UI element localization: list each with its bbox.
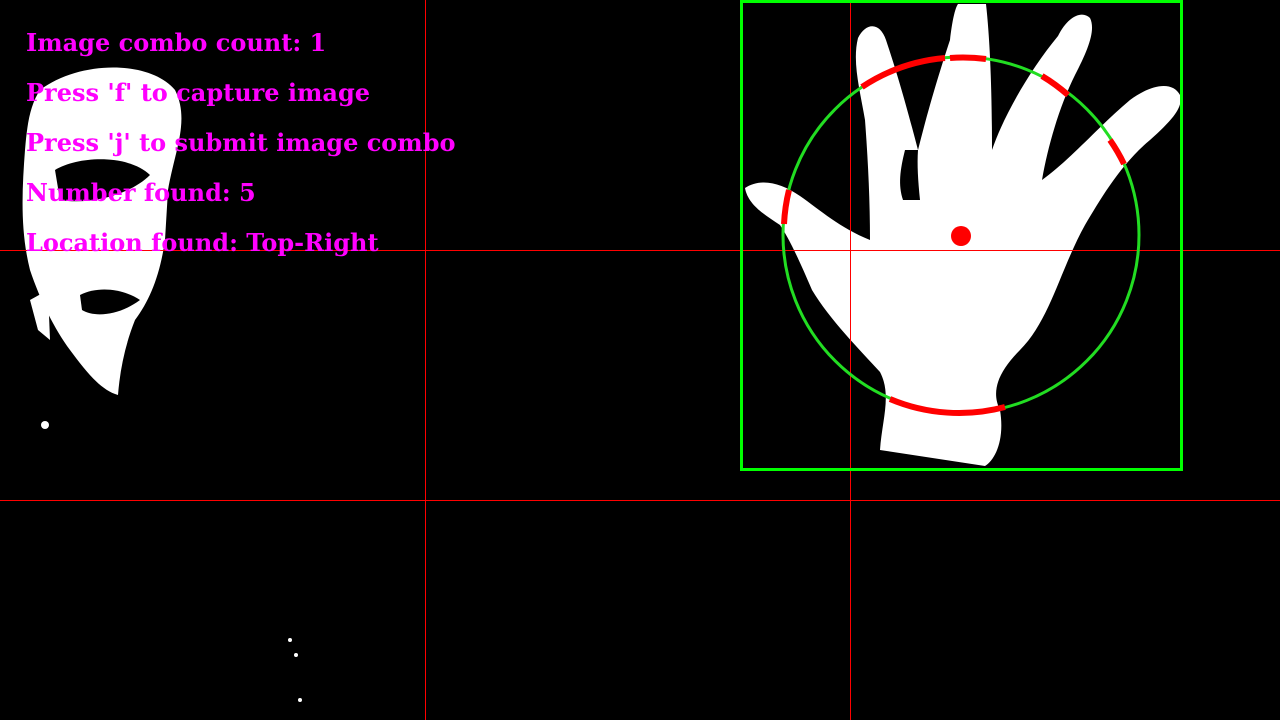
finger-arc-middle <box>949 54 987 62</box>
camera-feed: Image combo count: 1 Press 'f' to captur… <box>0 0 1280 720</box>
threshold-overlay <box>0 0 1280 720</box>
submit-hint-text: Press 'j' to submit image combo <box>26 128 456 157</box>
capture-hint-text: Press 'f' to capture image <box>26 78 371 107</box>
palm-center-dot <box>951 226 971 246</box>
location-found-text: Location found: Top-Right <box>26 228 379 257</box>
combo-count-text: Image combo count: 1 <box>26 28 327 57</box>
face-silhouette <box>22 67 302 702</box>
number-found-text: Number found: 5 <box>26 178 256 207</box>
